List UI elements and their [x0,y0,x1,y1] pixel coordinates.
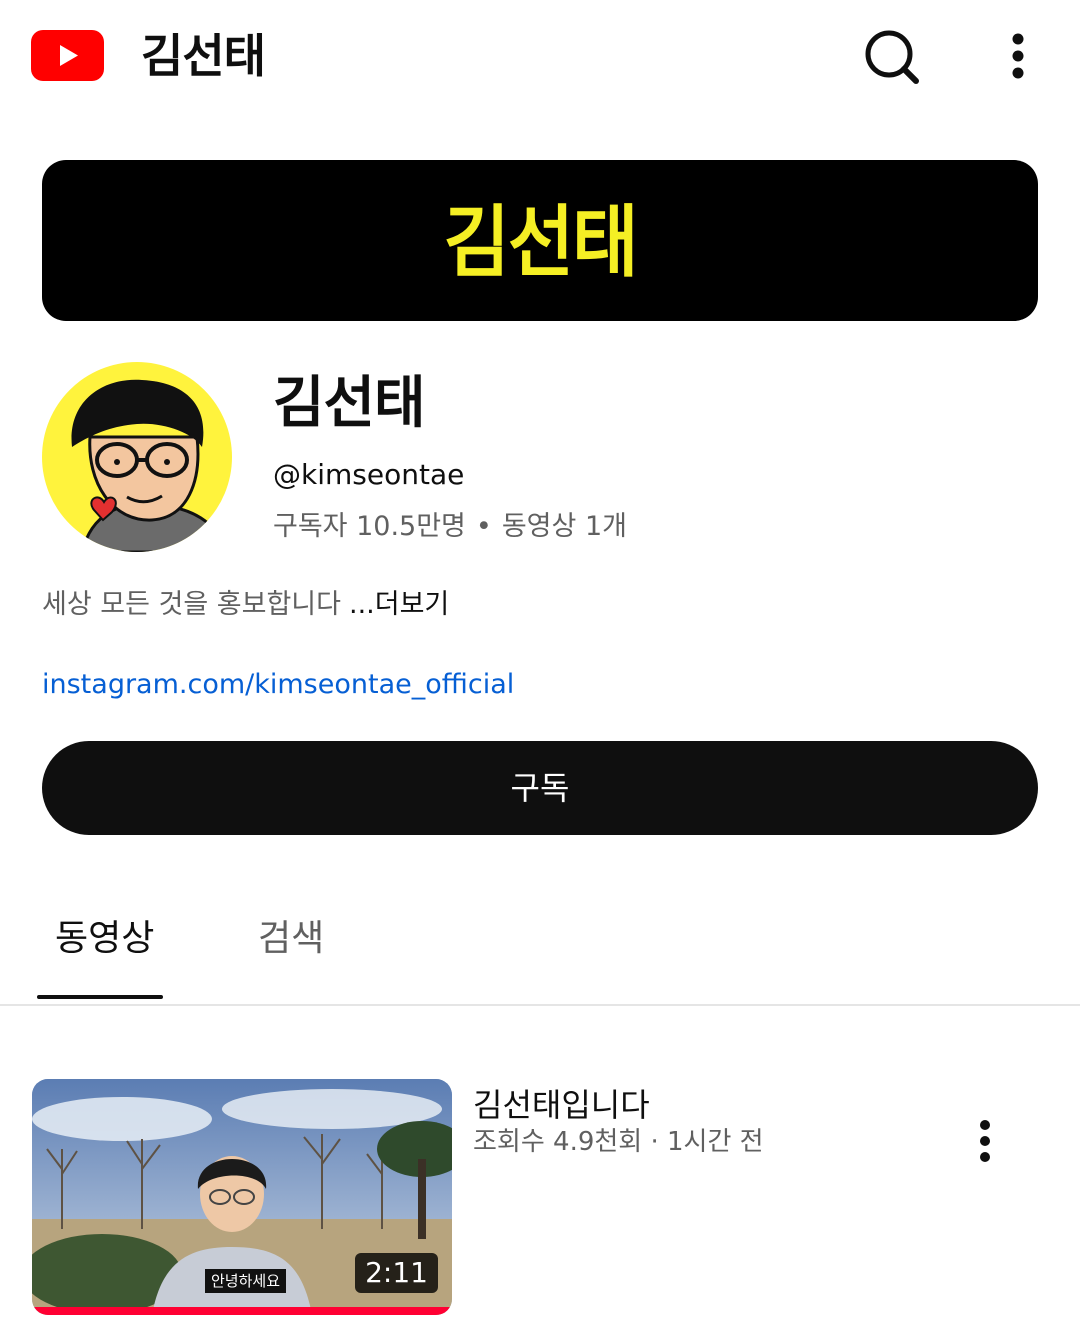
video-meta: 조회수 4.9천회 · 1시간 전 [473,1127,764,1157]
channel-tabs: 동영상 검색 [0,880,1080,1006]
subscriber-count: 구독자 10.5만명 [273,511,466,542]
more-vertical-icon[interactable] [997,28,1039,84]
subscribe-button[interactable]: 구독 [42,741,1038,835]
channel-handle: @kimseontae [273,458,465,491]
stats-separator: • [475,511,492,542]
tab-videos[interactable]: 동영상 [55,914,154,964]
avatar[interactable] [42,362,232,552]
channel-stats: 구독자 10.5만명 • 동영상 1개 [273,508,627,546]
video-thumbnail[interactable]: 안녕하세요 2:11 [32,1079,452,1315]
video-count: 동영상 1개 [501,511,627,542]
channel-link[interactable]: instagram.com/kimseontae_official [42,666,514,704]
banner-text: 김선태 [443,196,639,288]
watch-progress-bar [32,1307,452,1315]
tab-selected-indicator [37,995,163,999]
app-bar: 김선태 [0,0,1080,112]
more-link[interactable]: ...더보기 [349,589,449,620]
video-duration: 2:11 [355,1253,438,1293]
youtube-play-icon[interactable] [31,30,104,81]
channel-name: 김선태 [273,371,426,436]
more-vertical-icon[interactable] [965,1117,1005,1167]
channel-banner: 김선태 [42,160,1038,321]
channel-description[interactable]: 세상 모든 것을 홍보합니다 ...더보기 [42,586,449,624]
search-icon[interactable] [860,26,922,88]
video-caption: 안녕하세요 [205,1269,287,1293]
tab-search[interactable]: 검색 [258,914,324,964]
list-item[interactable]: 안녕하세요 2:11 김선태입니다 조회수 4.9천회 · 1시간 전 [0,1079,1080,1319]
description-text: 세상 모든 것을 홍보합니다 [42,589,341,620]
app-title: 김선태 [141,29,266,83]
video-title[interactable]: 김선태입니다 [473,1083,650,1127]
